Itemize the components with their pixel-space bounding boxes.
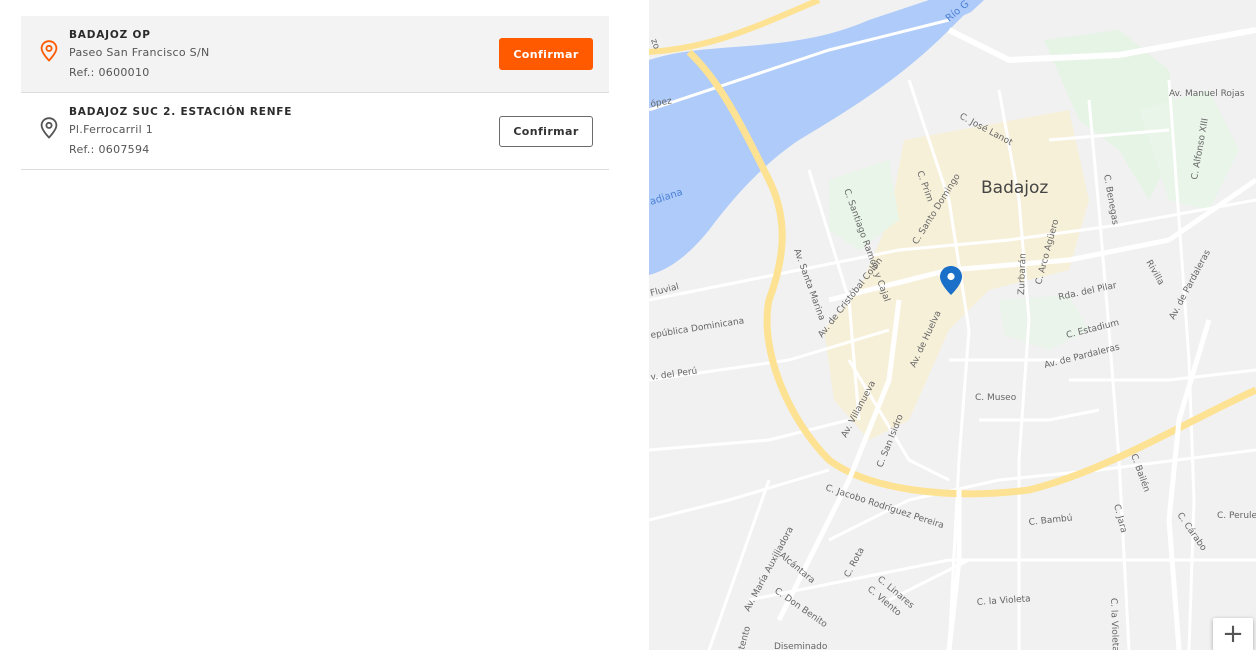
location-pin-icon <box>40 40 58 62</box>
map-label-bambu: C. Bambú <box>1028 513 1073 528</box>
map-label-jara: C. Jara <box>1111 503 1128 534</box>
map-label-museo: C. Museo <box>975 393 1017 403</box>
park <box>999 295 1089 350</box>
office-list: BADAJOZ OP Paseo San Francisco S/N Ref.:… <box>21 16 609 170</box>
map-label-rivilla: Rivilla <box>1143 259 1165 287</box>
office-ref: Ref.: 0607594 <box>69 143 150 156</box>
confirm-button[interactable]: Confirmar <box>499 116 593 147</box>
map-label-manuel-rojas: Av. Manuel Rojas <box>1169 89 1245 99</box>
map-label-perulero: C. Perulero <box>1217 511 1256 521</box>
office-item-badajoz-op[interactable]: BADAJOZ OP Paseo San Francisco S/N Ref.:… <box>21 16 609 93</box>
map-city-label: Badajoz <box>981 178 1048 198</box>
map-label-rota: C. Rota <box>843 546 867 579</box>
map-label-republica: epública Dominicana <box>650 316 745 341</box>
map-label-tento: tento <box>737 625 753 650</box>
office-item-badajoz-suc-2[interactable]: BADAJOZ SUC 2. ESTACIÓN RENFE Pl.Ferroca… <box>21 93 609 170</box>
map-label-pardaleras-vertical: Av. de Pardaleras <box>1168 248 1213 321</box>
office-ref: Ref.: 0600010 <box>69 66 150 79</box>
map-label-zurbaran: Zurbarán <box>1017 253 1028 295</box>
map-view[interactable]: Río G adiana Fluvial epública Dominicana… <box>649 0 1256 650</box>
office-address: Pl.Ferrocarril 1 <box>69 123 154 136</box>
map-canvas[interactable]: Río G adiana Fluvial epública Dominicana… <box>649 0 1256 650</box>
map-label-don-benito: C. Don Benito <box>772 586 829 630</box>
map-label-violeta: C. la Violeta <box>977 594 1032 608</box>
office-address: Paseo San Francisco S/N <box>69 46 210 59</box>
map-label-bailen: C. Bailén <box>1128 452 1152 493</box>
map-label-peru: v. del Perú <box>650 367 698 383</box>
office-name: BADAJOZ OP <box>69 29 151 41</box>
map-label-santa-marina: Av. Santa Marina <box>791 248 826 322</box>
office-list-panel: BADAJOZ OP Paseo San Francisco S/N Ref.:… <box>0 0 649 650</box>
office-name: BADAJOZ SUC 2. ESTACIÓN RENFE <box>69 106 293 118</box>
map-label-pilar: Rda. del Pilar <box>1058 281 1118 303</box>
confirm-button[interactable]: Confirmar <box>499 38 593 70</box>
map-label-diseminado: Diseminado <box>774 642 828 650</box>
map-label-violeta-vertical: C. la Violeta <box>1108 598 1120 650</box>
map-label-benegas: C. Benegas <box>1101 174 1120 226</box>
location-pin-icon <box>40 117 58 139</box>
park <box>1139 90 1239 210</box>
zoom-in-button[interactable]: + <box>1213 618 1253 650</box>
